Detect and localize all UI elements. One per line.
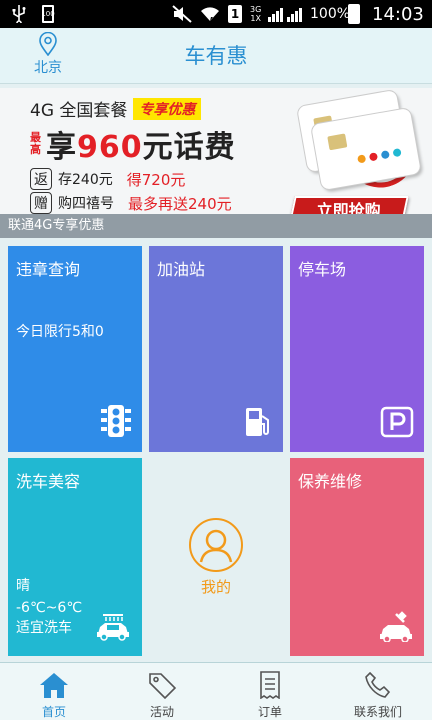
tile-title: 洗车美容 [16, 472, 81, 491]
tile-title: 停车场 [298, 260, 347, 279]
receipt-icon [260, 671, 280, 699]
parking-tile[interactable]: 停车场 [290, 246, 424, 452]
nav-activities[interactable]: 活动 [108, 663, 216, 720]
my-account-label: 我的 [200, 578, 231, 596]
signal-strength-icon [268, 0, 304, 28]
home-icon [40, 673, 68, 698]
tag-icon [149, 673, 177, 699]
battery-percentage: 100% [310, 6, 351, 22]
gift-text: 购四禧号 [58, 196, 114, 212]
network-type-bottom: 1X [250, 14, 261, 23]
user-avatar-icon [189, 518, 243, 572]
network-type-top: 3G [250, 5, 262, 14]
banner-tag: 专享优惠 [133, 97, 202, 120]
sim-slot-label: 1 [228, 5, 242, 23]
banner-offer-pre: 享 [46, 130, 77, 165]
my-account-tile[interactable]: 我的 [149, 458, 283, 656]
wifi-icon [200, 0, 220, 28]
rebate-chip: 返 [30, 168, 52, 190]
banner-offer: 最高 享960元话费 [30, 122, 236, 166]
traffic-violation-tile[interactable]: 违章查询 今日限行5和0 [8, 246, 142, 452]
maintenance-tile[interactable]: 保养维修 [290, 458, 424, 656]
battery-notification-icon: 100 [41, 0, 55, 28]
location-pin-icon [39, 32, 57, 56]
traffic-restriction-text: 今日限行5和0 [16, 324, 104, 340]
fuel-pump-icon [246, 408, 269, 436]
traffic-light-icon [101, 405, 131, 437]
banner-headline: 4G 全国套餐 专享优惠 [30, 96, 202, 121]
status-bar: 100 1 3G 1X 100% 14:03 [0, 0, 432, 28]
network-type: 3G 1X [250, 0, 261, 28]
nav-home-label: 首页 [41, 705, 66, 719]
clock: 14:03 [372, 3, 424, 25]
tile-title: 保养维修 [298, 472, 363, 491]
nav-orders[interactable]: 订单 [216, 663, 324, 720]
city-label: 北京 [34, 60, 62, 76]
banner-rebate-row: 返 存240元 得720元 [30, 168, 185, 190]
city-selector[interactable]: 北京 [22, 32, 74, 77]
parking-icon [380, 406, 414, 438]
nav-orders-label: 订单 [257, 705, 282, 719]
wash-advice-text: 适宜洗车 [16, 620, 72, 636]
battery-icon [348, 0, 360, 28]
banner-caption: 联通4G专享优惠 [0, 214, 432, 238]
banner-gift-row: 赠 购四禧号 最多再送240元 [30, 192, 232, 214]
nav-activities-label: 活动 [149, 705, 174, 719]
nav-contact-us[interactable]: 联系我们 [324, 663, 432, 720]
gas-station-tile[interactable]: 加油站 [149, 246, 283, 452]
rebate-amount: 得720元 [126, 170, 186, 189]
tile-title: 违章查询 [16, 260, 81, 279]
bottom-navigation: 首页 活动 订单 联系我们 [0, 662, 432, 720]
banner-plan-text: 4G 全国套餐 [30, 101, 128, 121]
nav-home[interactable]: 首页 [0, 663, 108, 720]
tile-title: 加油站 [157, 260, 206, 279]
app-header: 车有惠 北京 [0, 28, 432, 84]
car-wash-icon [97, 614, 129, 641]
gift-chip: 赠 [30, 192, 52, 214]
sim-card-icon: 1 [228, 0, 242, 28]
gift-amount: 最多再送240元 [128, 194, 232, 213]
battery-notification-label: 100 [41, 5, 55, 23]
temperature-text: -6℃~6℃ [16, 600, 83, 616]
car-repair-icon [380, 611, 412, 642]
rebate-text: 存240元 [58, 172, 113, 188]
usb-icon [12, 0, 26, 28]
phone-icon [365, 671, 391, 698]
weather-text: 晴 [16, 578, 30, 594]
nav-contact-us-label: 联系我们 [353, 705, 402, 719]
mute-icon [172, 0, 192, 28]
banner-offer-amount: 960 [77, 130, 143, 165]
car-wash-tile[interactable]: 洗车美容 晴 -6℃~6℃ 适宜洗车 [8, 458, 142, 656]
banner-offer-post: 元话费 [142, 130, 236, 165]
banner-prefix: 最高 [30, 131, 41, 156]
